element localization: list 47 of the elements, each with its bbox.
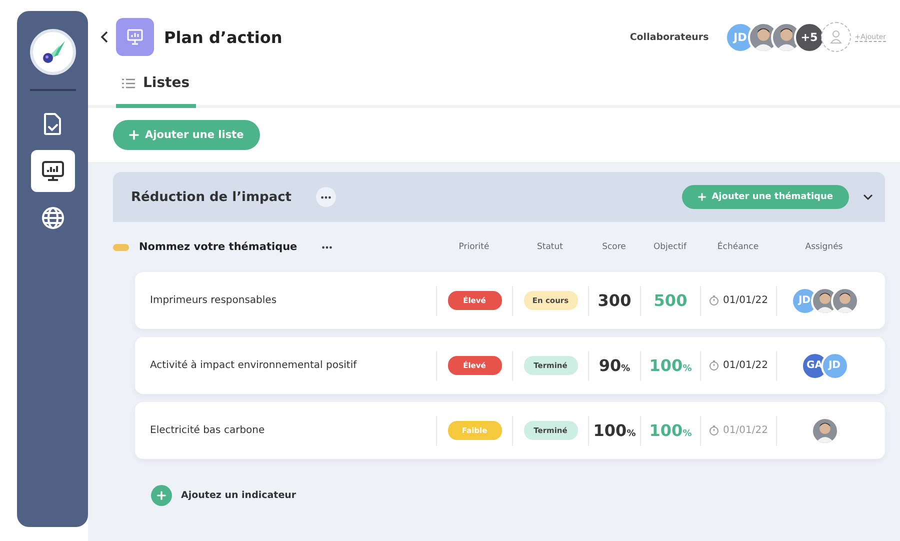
- column-header: Objectif: [652, 242, 688, 252]
- collapse-button[interactable]: [863, 194, 873, 200]
- back-button[interactable]: [100, 31, 110, 43]
- more-icon: [322, 246, 332, 248]
- due-date: 01/01/22: [723, 360, 768, 371]
- objective-value: 500: [654, 291, 688, 310]
- more-button[interactable]: [316, 187, 336, 207]
- due-date: 01/01/22: [723, 425, 768, 436]
- indicator-name: Electricité bas carbone: [149, 425, 266, 436]
- more-users-count[interactable]: +5: [794, 22, 825, 52]
- monitor-chart-icon: [40, 160, 64, 182]
- globe-icon: [40, 206, 64, 230]
- score-value: 300: [598, 291, 632, 310]
- timer-icon: [709, 360, 720, 371]
- more-icon: [320, 196, 331, 198]
- document-check-icon: [42, 112, 64, 136]
- plus-icon: [129, 130, 139, 140]
- user-avatar: JD: [820, 352, 848, 380]
- column-header: Assignés: [804, 242, 844, 252]
- column-header: Priorité: [458, 242, 490, 252]
- objective-value: 100%: [649, 421, 692, 440]
- chevron-icon: [863, 194, 873, 200]
- timer-icon: [709, 295, 720, 306]
- indicator-name: Imprimeurs responsables: [149, 295, 278, 306]
- person-icon: [830, 30, 842, 44]
- logo-icon[interactable]: [30, 29, 76, 75]
- score-value: 90%: [598, 356, 630, 375]
- add-indicator-button[interactable]: Ajoutez un indicateur: [151, 485, 885, 506]
- page-title: Plan d’action: [164, 28, 284, 46]
- chevron-left-icon: [100, 31, 110, 43]
- indicator-name: Activité à impact environnemental positif: [149, 360, 358, 371]
- collaborators-label: Collaborateurs: [630, 32, 709, 42]
- due-date: 01/01/22: [723, 295, 768, 306]
- tab[interactable]: Listes: [116, 62, 196, 108]
- plus-icon: [698, 193, 706, 201]
- timer-icon: [709, 425, 720, 436]
- sidebar-item[interactable]: [30, 150, 74, 192]
- presentation-icon: [116, 18, 154, 56]
- score-value: 100%: [593, 421, 636, 440]
- theme-title: Nommez votre thématique: [139, 241, 298, 253]
- plus-icon: [151, 485, 172, 506]
- list-icon: [122, 78, 135, 88]
- section-title: Réduction de l’impact: [131, 190, 292, 204]
- column-header: Score: [601, 242, 627, 252]
- objective-value: 100%: [649, 356, 692, 375]
- column-header: Échéance: [716, 242, 760, 252]
- column-header: Statut: [536, 242, 564, 252]
